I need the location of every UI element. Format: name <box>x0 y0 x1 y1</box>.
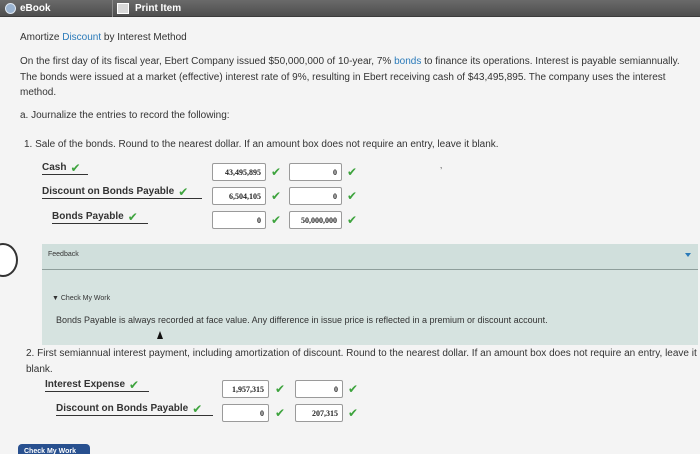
account-select-discount-on-bonds-payable-2[interactable]: Discount on Bonds Payable ✔ <box>56 403 213 416</box>
check-icon: ✔ <box>348 406 359 420</box>
print-icon <box>117 3 129 14</box>
part-a-instruction: a. Journalize the entries to record the … <box>20 110 230 121</box>
mouse-cursor-icon <box>157 331 163 339</box>
debit-input-discount-2[interactable]: 0 <box>222 404 269 422</box>
problem-intro: On the first day of its fiscal year, Ebe… <box>20 56 680 99</box>
debit-input-bonds-payable[interactable]: 0 <box>212 211 266 229</box>
account-select-cash[interactable]: Cash ✔ <box>42 162 88 175</box>
check-icon: ✔ <box>192 401 203 416</box>
check-icon: ✔ <box>271 189 282 203</box>
check-icon: ✔ <box>348 382 359 396</box>
problem-title: Amortize Discount by Interest Method <box>20 32 187 43</box>
check-icon: ✔ <box>347 165 358 179</box>
ebook-icon <box>5 3 16 14</box>
check-icon: ✔ <box>275 382 286 396</box>
print-item-label: Print Item <box>135 3 182 14</box>
check-my-work-toggle[interactable]: ▼ Check My Work <box>52 295 110 302</box>
account-select-bonds-payable[interactable]: Bonds Payable ✔ <box>52 211 148 224</box>
check-icon: ✔ <box>347 189 358 203</box>
check-icon: ✔ <box>70 160 81 175</box>
credit-input-discount[interactable]: 0 <box>289 187 342 205</box>
credit-input-interest-expense[interactable]: 0 <box>295 380 343 398</box>
check-icon: ✔ <box>127 209 138 224</box>
debit-input-interest-expense[interactable]: 1,957,315 <box>222 380 269 398</box>
feedback-panel: Feedback ▼ Check My Work Bonds Payable i… <box>42 244 698 345</box>
bonds-glossary-link[interactable]: bonds <box>394 56 421 67</box>
account-select-discount-on-bonds-payable[interactable]: Discount on Bonds Payable ✔ <box>42 186 202 199</box>
feedback-text: Bonds Payable is always recorded at face… <box>56 315 548 325</box>
credit-input-bonds-payable[interactable]: 50,000,000 <box>289 211 342 229</box>
debit-input-cash[interactable]: 43,495,895 <box>212 163 266 181</box>
problem-content: Amortize Discount by Interest Method On … <box>0 17 700 454</box>
question-1-text: 1. Sale of the bonds. Round to the neare… <box>24 139 499 150</box>
credit-input-discount-2[interactable]: 207,315 <box>295 404 343 422</box>
check-icon: ✔ <box>129 377 140 392</box>
feedback-header[interactable]: Feedback <box>42 244 698 270</box>
stray-mark: ’ <box>440 166 443 177</box>
check-icon: ✔ <box>178 184 189 199</box>
discount-glossary-link[interactable]: Discount <box>62 32 101 43</box>
check-icon: ✔ <box>271 165 282 179</box>
check-icon: ✔ <box>271 213 282 227</box>
question-2-text: 2. First semiannual interest payment, in… <box>26 348 697 375</box>
previous-arrow-icon[interactable] <box>0 243 18 277</box>
chevron-down-icon[interactable] <box>685 253 691 257</box>
feedback-label: Feedback <box>48 251 79 258</box>
top-toolbar: eBook Print Item <box>0 0 700 17</box>
check-icon: ✔ <box>275 406 286 420</box>
credit-input-cash[interactable]: 0 <box>289 163 342 181</box>
ebook-button[interactable]: eBook <box>0 0 112 17</box>
ebook-label: eBook <box>20 3 51 14</box>
check-icon: ✔ <box>347 213 358 227</box>
check-my-work-button[interactable]: Check My Work <box>18 444 90 454</box>
debit-input-discount[interactable]: 6,504,105 <box>212 187 266 205</box>
account-select-interest-expense[interactable]: Interest Expense ✔ <box>45 379 149 392</box>
print-item-button[interactable]: Print Item <box>112 0 212 17</box>
